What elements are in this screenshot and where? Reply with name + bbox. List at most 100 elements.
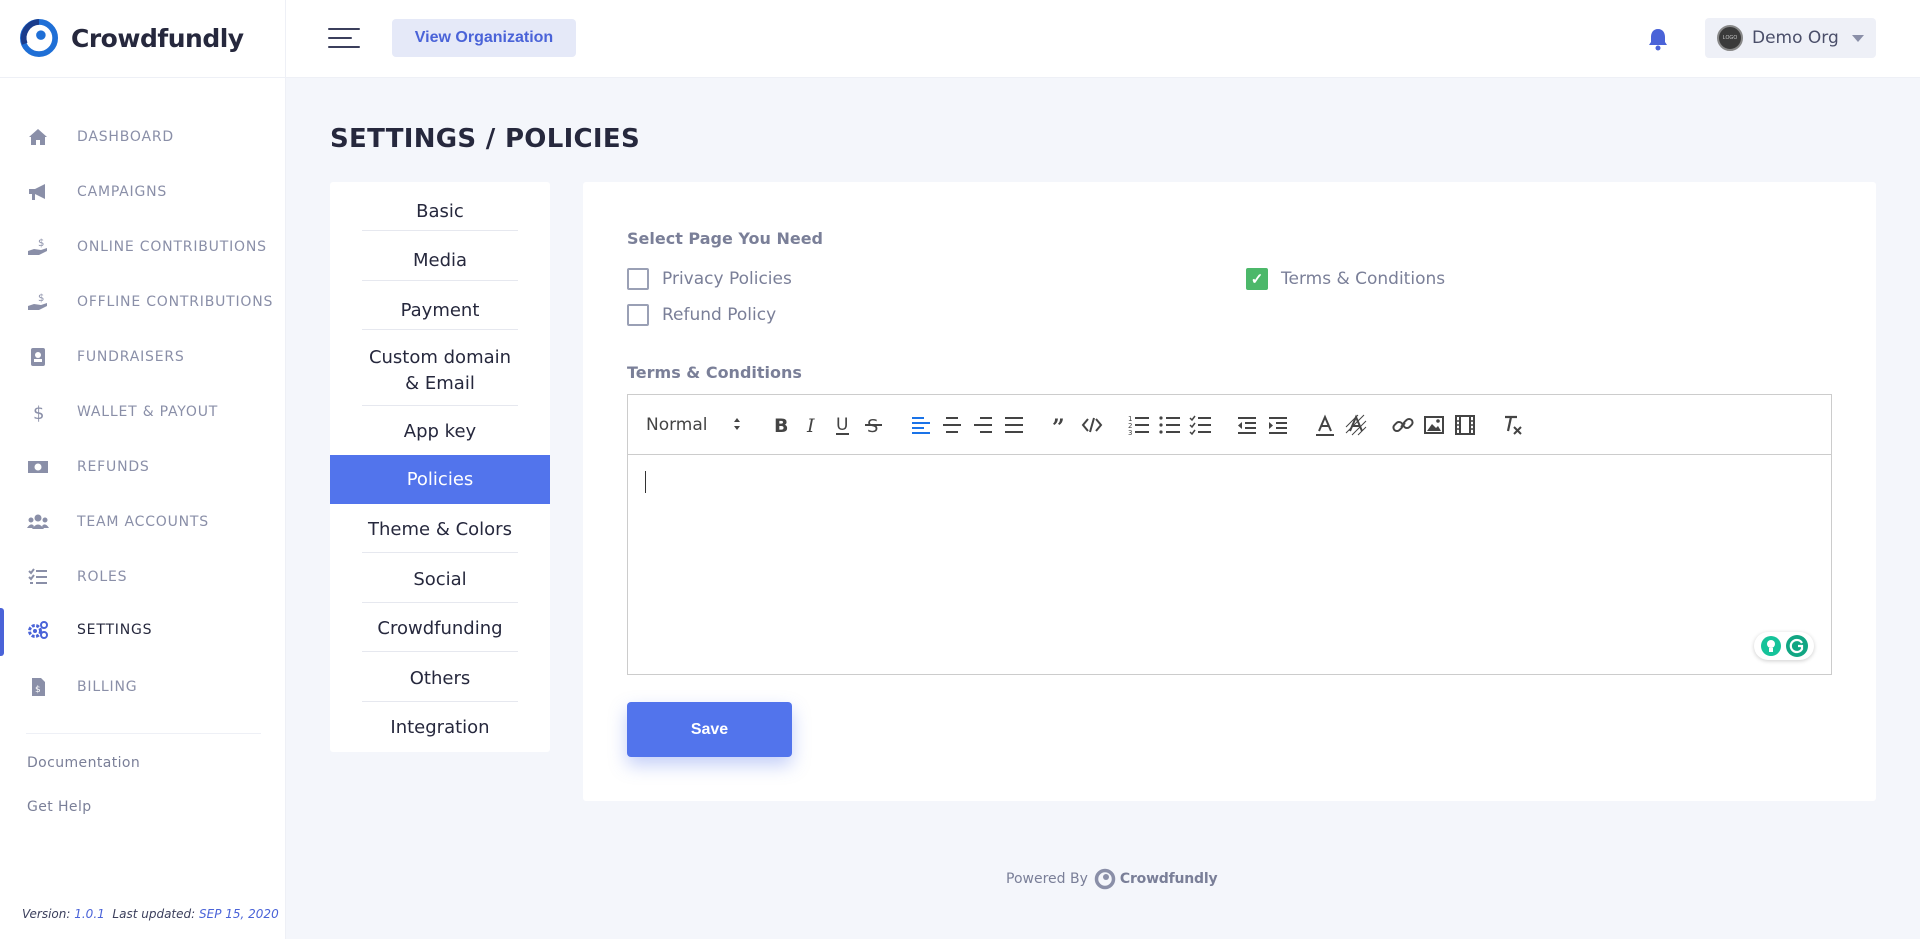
terms-conditions-checkbox[interactable]: ✓ Terms & Conditions (1246, 268, 1445, 290)
outdent-icon[interactable] (1235, 413, 1259, 437)
svg-text:”: ” (1052, 415, 1065, 437)
settings-tab-integration[interactable]: Integration (330, 708, 550, 748)
hand-dollar-icon: $ (28, 238, 47, 255)
menu-divider (362, 602, 518, 603)
strikethrough-icon[interactable]: S (862, 413, 886, 437)
money-bill-icon (28, 461, 48, 473)
align-left-icon[interactable] (909, 413, 933, 437)
select-page-label: Select Page You Need (627, 229, 823, 248)
code-block-icon[interactable] (1080, 413, 1104, 437)
grammarly-icon (1785, 635, 1808, 657)
settings-tab-basic[interactable]: Basic (330, 192, 550, 232)
sidebar-item-billing[interactable]: $ BILLING (0, 665, 286, 709)
settings-menu: Basic Media Payment Custom domain & Emai… (330, 182, 550, 752)
sidebar-item-fundraisers[interactable]: FUNDRAISERS (0, 335, 286, 379)
text-cursor (645, 471, 646, 493)
header-divider (285, 0, 286, 78)
svg-text:U: U (836, 415, 848, 435)
sidebar-item-wallet-payout[interactable]: $ WALLET & PAYOUT (0, 390, 286, 434)
underline-icon[interactable]: U (831, 413, 855, 437)
video-icon[interactable] (1453, 413, 1477, 437)
sidebar-item-dashboard[interactable]: DASHBOARD (0, 115, 286, 159)
sidebar-item-offline-contributions[interactable]: $ OFFLINE CONTRIBUTIONS (0, 280, 286, 324)
background-color-icon[interactable] (1344, 413, 1368, 437)
menu-divider (362, 405, 518, 406)
svg-text:$: $ (33, 403, 44, 422)
bold-icon[interactable]: B (769, 413, 793, 437)
svg-text:B: B (774, 415, 788, 437)
menu-divider (362, 552, 518, 553)
settings-tab-others[interactable]: Others (330, 659, 550, 699)
italic-icon[interactable]: I (800, 413, 824, 437)
users-icon (27, 514, 49, 529)
indent-icon[interactable] (1266, 413, 1290, 437)
chevron-down-icon (1852, 35, 1864, 42)
get-help-link[interactable]: Get Help (27, 799, 92, 815)
editor-toolbar: Normal B I U S ” 123 (628, 395, 1831, 455)
menu-toggle-icon[interactable] (328, 26, 360, 50)
brand-logo[interactable]: Crowdfundly (20, 18, 244, 58)
refund-policy-checkbox[interactable]: Refund Policy (627, 304, 776, 326)
svg-text:3: 3 (1128, 429, 1132, 437)
footer-brand[interactable]: Crowdfundly (1120, 871, 1218, 887)
settings-tab-media[interactable]: Media (330, 241, 550, 281)
organization-dropdown[interactable]: LOGO Demo Org (1705, 18, 1876, 58)
grammarly-widget[interactable] (1754, 632, 1814, 660)
align-justify-icon[interactable] (1002, 413, 1026, 437)
checklist-icon[interactable] (1189, 413, 1213, 437)
svg-text:I: I (806, 415, 815, 437)
sidebar: DASHBOARD CAMPAIGNS $ ONLINE CONTRIBUTIO… (0, 78, 286, 939)
rich-text-editor: Normal B I U S ” 123 (627, 394, 1832, 675)
powered-by-label: Powered By (1006, 871, 1088, 887)
version-info: Version: 1.0.1 Last updated: SEP 15, 202… (22, 907, 279, 921)
settings-tab-policies[interactable]: Policies (330, 455, 550, 504)
sidebar-item-online-contributions[interactable]: $ ONLINE CONTRIBUTIONS (0, 225, 286, 269)
editor-label: Terms & Conditions (627, 363, 802, 382)
sidebar-item-roles[interactable]: ROLES (0, 555, 286, 599)
editor-content-area[interactable] (628, 456, 1831, 674)
footer: Powered By Crowdfundly (1006, 868, 1218, 890)
settings-tab-crowdfunding[interactable]: Crowdfunding (330, 609, 550, 649)
image-icon[interactable] (1422, 413, 1446, 437)
save-button[interactable]: Save (627, 702, 792, 757)
link-icon[interactable] (1391, 413, 1415, 437)
align-center-icon[interactable] (940, 413, 964, 437)
svg-text:$: $ (38, 293, 44, 304)
align-right-icon[interactable] (971, 413, 995, 437)
settings-tab-custom-domain[interactable]: Custom domain & Email (330, 340, 550, 402)
checkmark-icon: ✓ (1246, 268, 1268, 290)
sidebar-item-campaigns[interactable]: CAMPAIGNS (0, 170, 286, 214)
settings-tab-app-key[interactable]: App key (330, 412, 550, 452)
avatar: LOGO (1717, 25, 1743, 51)
sidebar-item-settings[interactable]: SETTINGS (0, 608, 286, 656)
sidebar-item-refunds[interactable]: REFUNDS (0, 445, 286, 489)
checklist-icon (28, 568, 47, 584)
text-color-icon[interactable] (1313, 413, 1337, 437)
hand-dollar-icon: $ (28, 293, 47, 310)
sidebar-divider (26, 733, 261, 734)
gears-icon (28, 621, 48, 639)
privacy-policies-checkbox[interactable]: Privacy Policies (627, 268, 792, 290)
documentation-link[interactable]: Documentation (27, 755, 140, 771)
checkbox-icon (627, 268, 649, 290)
settings-tab-payment[interactable]: Payment (330, 291, 550, 331)
megaphone-icon (29, 184, 45, 200)
menu-divider (362, 280, 518, 281)
menu-divider (362, 329, 518, 330)
menu-divider (362, 651, 518, 652)
sidebar-item-team-accounts[interactable]: TEAM ACCOUNTS (0, 500, 286, 544)
crowdfundly-logo-icon (1094, 868, 1116, 890)
svg-text:$: $ (35, 685, 41, 695)
ordered-list-icon[interactable]: 123 (1127, 413, 1151, 437)
settings-tab-social[interactable]: Social (330, 560, 550, 600)
lightbulb-icon (1760, 636, 1781, 656)
notification-bell-icon[interactable] (1647, 27, 1669, 51)
settings-tab-theme-colors[interactable]: Theme & Colors (330, 510, 550, 550)
format-select[interactable]: Normal (646, 412, 742, 438)
bullet-list-icon[interactable] (1158, 413, 1182, 437)
svg-text:S: S (867, 416, 878, 437)
view-organization-button[interactable]: View Organization (392, 19, 576, 57)
clear-format-icon[interactable] (1500, 413, 1524, 437)
home-icon (29, 129, 47, 145)
blockquote-icon[interactable]: ” (1049, 413, 1073, 437)
